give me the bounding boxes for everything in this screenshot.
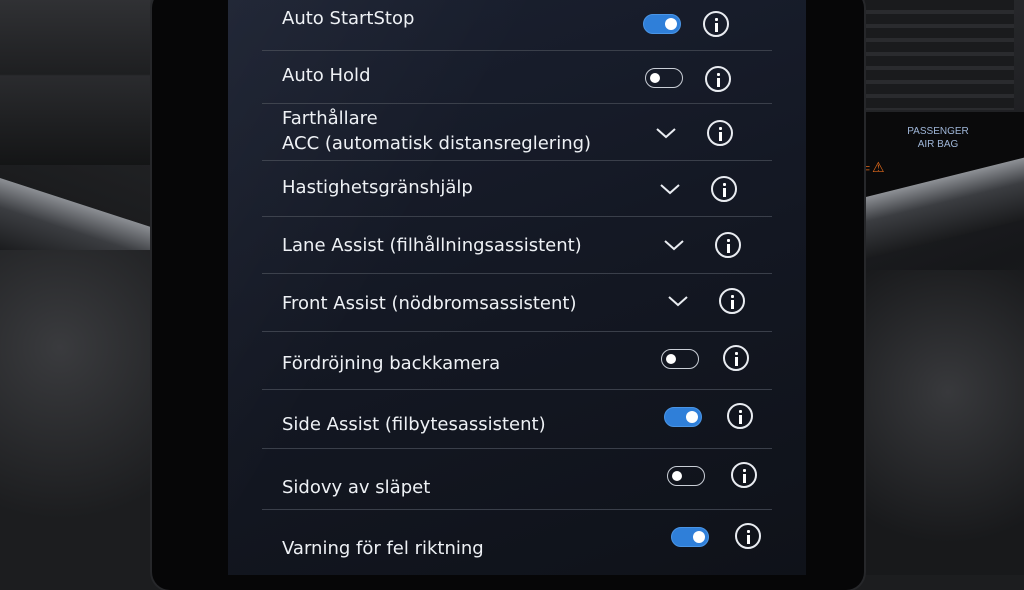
chevron-down-icon[interactable] — [659, 182, 681, 196]
setting-label: Side Assist (filbytesassistent) — [282, 414, 546, 435]
info-icon[interactable] — [715, 232, 741, 258]
setting-row-lane-assist[interactable]: Lane Assist (filhållningsassistent) — [262, 217, 772, 274]
toggle-switch[interactable] — [664, 407, 702, 427]
setting-label: Farthållare — [282, 108, 378, 129]
info-icon[interactable] — [735, 523, 761, 549]
toggle-switch[interactable] — [661, 349, 699, 369]
setting-row-auto-hold[interactable]: Auto Hold — [262, 51, 772, 104]
setting-label: Front Assist (nödbromsassistent) — [282, 293, 577, 314]
setting-row-farthallare[interactable]: Farthållare ACC (automatisk distansregle… — [262, 104, 772, 161]
info-icon[interactable] — [723, 345, 749, 371]
setting-label: Sidovy av släpet — [282, 477, 431, 498]
info-icon[interactable] — [727, 403, 753, 429]
setting-label: Fördröjning backkamera — [282, 353, 501, 374]
toggle-switch[interactable] — [667, 466, 705, 486]
info-icon[interactable] — [731, 462, 757, 488]
setting-row-auto-startstop[interactable]: Auto StartStop — [262, 0, 772, 51]
setting-row-side-assist[interactable]: Side Assist (filbytesassistent) — [262, 390, 772, 449]
left-air-vent — [0, 0, 150, 165]
setting-label: Hastighetsgränshjälp — [282, 177, 473, 198]
left-leather-panel — [0, 250, 150, 575]
airbag-label: PASSENGER AIR BAG — [907, 126, 969, 150]
setting-sublabel: ACC (automatisk distansreglering) — [282, 133, 592, 154]
airbag-warning-icon: ⚠ — [872, 160, 885, 176]
info-icon[interactable] — [719, 288, 745, 314]
info-icon[interactable] — [707, 120, 733, 146]
chevron-down-icon[interactable] — [655, 126, 677, 140]
toggle-switch[interactable] — [645, 68, 683, 88]
setting-label: Auto Hold — [282, 65, 371, 86]
toggle-switch[interactable] — [643, 14, 681, 34]
setting-label: Auto StartStop — [282, 8, 415, 29]
infotainment-screen: Auto StartStop Auto Hold Farthållare ACC… — [228, 0, 806, 575]
setting-row-varning-fel-riktning[interactable]: Varning för fel riktning — [262, 510, 772, 575]
setting-row-fordrojning-backkamera[interactable]: Fördröjning backkamera — [262, 332, 772, 390]
info-icon[interactable] — [711, 176, 737, 202]
setting-label: Lane Assist (filhållningsassistent) — [282, 235, 582, 256]
chevron-down-icon[interactable] — [667, 294, 689, 308]
setting-row-hastighetsgranshjalp[interactable]: Hastighetsgränshjälp — [262, 161, 772, 217]
toggle-switch[interactable] — [671, 527, 709, 547]
info-icon[interactable] — [705, 66, 731, 92]
setting-row-front-assist[interactable]: Front Assist (nödbromsassistent) — [262, 274, 772, 332]
chevron-down-icon[interactable] — [663, 238, 685, 252]
setting-row-sidovy-slapet[interactable]: Sidovy av släpet — [262, 449, 772, 510]
info-icon[interactable] — [703, 11, 729, 37]
setting-label: Varning för fel riktning — [282, 538, 484, 559]
